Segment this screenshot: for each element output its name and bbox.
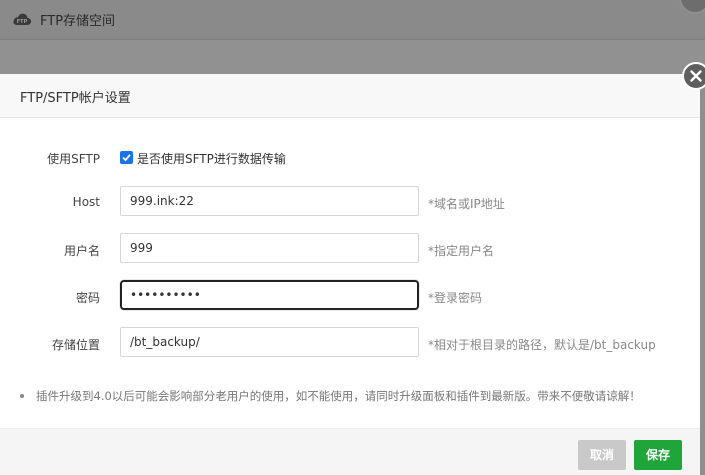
sftp-label: 使用SFTP [47, 152, 100, 166]
notice-bullet [20, 394, 24, 398]
cancel-button[interactable]: 取消 [578, 440, 626, 470]
password-label: 密码 [75, 291, 100, 305]
host-hint: *域名或IP地址 [428, 197, 505, 211]
sftp-checkbox[interactable] [120, 151, 133, 164]
upgrade-notice: 插件升级到4.0以后可能会影响部分老用户的使用，如不能使用，请同时升级面板和插件… [36, 389, 641, 403]
host-label: Host [72, 195, 100, 209]
dialog-header: FTP/SFTP帐户设置 [0, 74, 700, 118]
ftp-settings-dialog: FTP/SFTP帐户设置 使用SFTP 是否使用SFTP进行数据传输 Host … [0, 74, 700, 475]
password-hint: *登录密码 [428, 291, 483, 305]
storage-path-label: 存储位置 [51, 338, 100, 352]
dialog-title: FTP/SFTP帐户设置 [20, 91, 131, 106]
username-label: 用户名 [63, 244, 100, 258]
storage-path-hint: *相对于根目录的路径，默认是/bt_backup [428, 338, 656, 352]
close-icon[interactable] [682, 62, 705, 90]
password-input[interactable] [120, 280, 419, 310]
sftp-checkbox-label[interactable]: 是否使用SFTP进行数据传输 [137, 150, 286, 167]
ftp-cloud-icon: FTP [12, 11, 32, 27]
save-button[interactable]: 保存 [634, 440, 682, 470]
check-icon [122, 154, 131, 162]
storage-path-input[interactable] [120, 327, 419, 357]
background-toolbar [0, 40, 705, 73]
username-hint: *指定用户名 [428, 244, 495, 258]
host-input[interactable] [120, 186, 419, 216]
background-titlebar: FTP FTP存储空间 [0, 0, 705, 40]
dialog-footer: 取消 保存 [0, 428, 700, 475]
background-window-title: FTP存储空间 [40, 14, 116, 29]
svg-text:FTP: FTP [17, 19, 28, 25]
username-input[interactable] [120, 233, 419, 263]
